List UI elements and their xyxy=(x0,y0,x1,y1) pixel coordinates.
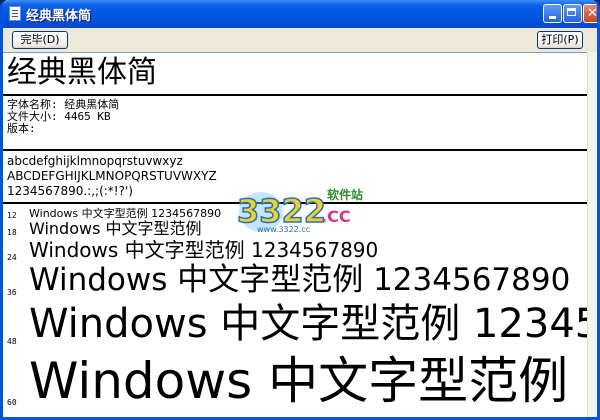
print-button[interactable]: 打印(P) xyxy=(537,31,583,49)
sample-lowercase: abcdefghijklmnopqrstuvwxyz xyxy=(7,154,183,168)
font-preview-area: 经典黑体简 字体名称: 经典黑体简 文件大小: 4465 KB 版本: abcd… xyxy=(3,52,587,417)
minimize-icon xyxy=(549,16,556,19)
maximize-button[interactable] xyxy=(563,4,582,23)
toolbar: 完毕(D) 打印(P) xyxy=(3,28,597,52)
size-label-12: 12 xyxy=(7,211,17,220)
version-info: 版本: xyxy=(7,122,36,135)
document-icon xyxy=(9,6,21,21)
size-label-36: 36 xyxy=(7,288,17,297)
size-sample-36: Windows 中文字型范例 1234567890 xyxy=(29,262,571,298)
sample-uppercase: ABCDEFGHIJKLMNOPQRSTUVWXYZ xyxy=(7,169,217,183)
size-label-24: 24 xyxy=(7,253,17,262)
done-button[interactable]: 完毕(D) xyxy=(12,31,68,49)
maximize-icon xyxy=(567,8,576,16)
size-sample-60: Windows 中文字型范例 1234567890 xyxy=(29,352,587,410)
window-title: 经典黑体简 xyxy=(26,9,92,24)
divider xyxy=(3,202,587,204)
divider xyxy=(3,149,587,151)
vertical-scrollbar[interactable] xyxy=(587,52,597,417)
sample-digits: 1234567890.:,;(:*!?') xyxy=(7,184,133,198)
size-label-60: 60 xyxy=(7,398,17,407)
size-sample-24: Windows 中文字型范例 1234567890 xyxy=(29,238,379,262)
close-icon: ✕ xyxy=(587,6,598,21)
divider xyxy=(3,94,587,96)
font-name-heading: 经典黑体简 xyxy=(7,55,157,90)
size-label-48: 48 xyxy=(7,337,17,346)
size-sample-18: Windows 中文字型范例 xyxy=(29,219,202,238)
font-viewer-window: 经典黑体简 ✕ 完毕(D) 打印(P) 经典黑体简 字体名称: 经典黑体简 文件… xyxy=(0,0,600,420)
size-sample-48: Windows 中文字型范例 1234567890 xyxy=(29,301,587,347)
close-button[interactable]: ✕ xyxy=(583,4,598,23)
size-label-18: 18 xyxy=(7,228,17,237)
minimize-button[interactable] xyxy=(543,4,562,23)
title-bar[interactable]: 经典黑体简 ✕ xyxy=(3,0,598,28)
